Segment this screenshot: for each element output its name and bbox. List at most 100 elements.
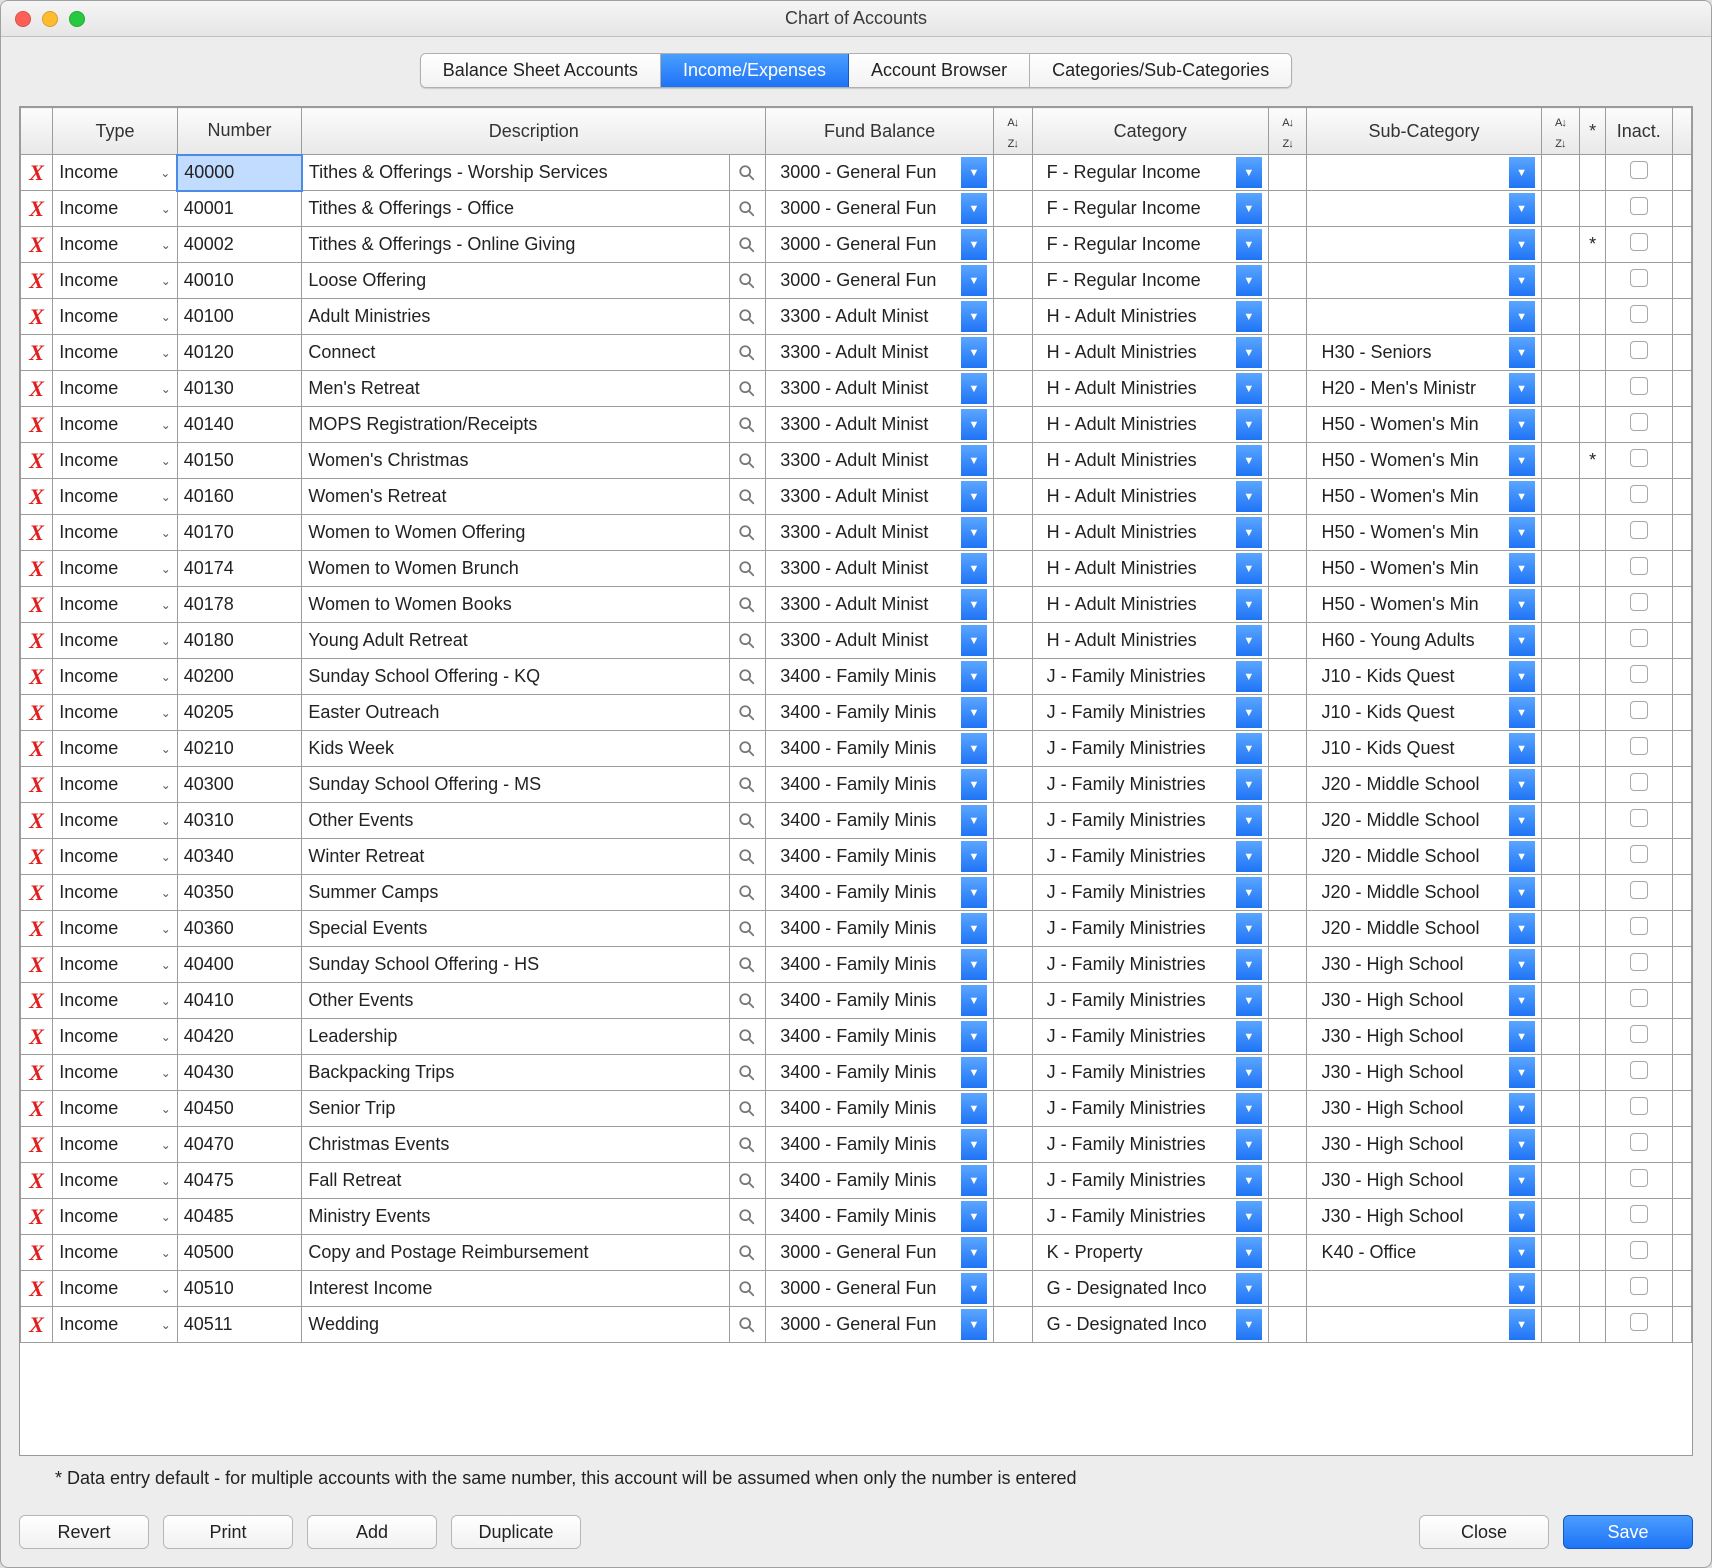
scrollbar-track[interactable] — [1672, 695, 1691, 731]
description-field[interactable]: MOPS Registration/Receipts — [302, 407, 729, 443]
inactive-checkbox[interactable] — [1606, 731, 1673, 767]
delete-row-button[interactable]: X — [21, 551, 53, 587]
type-dropdown[interactable]: Income⌄ — [53, 299, 178, 335]
category-dropdown[interactable]: J - Family Ministries▼ — [1032, 911, 1268, 947]
fund-balance-dropdown[interactable]: 3300 - Adult Minist▼ — [766, 551, 994, 587]
default-star-cell[interactable] — [1580, 515, 1606, 551]
category-dropdown[interactable]: H - Adult Ministries▼ — [1032, 443, 1268, 479]
scrollbar-track[interactable] — [1672, 659, 1691, 695]
fund-balance-dropdown[interactable]: 3300 - Adult Minist▼ — [766, 515, 994, 551]
number-field[interactable]: 40430 — [177, 1055, 302, 1091]
description-lookup-button[interactable] — [729, 407, 766, 443]
default-star-cell[interactable] — [1580, 875, 1606, 911]
description-lookup-button[interactable] — [729, 587, 766, 623]
number-field[interactable]: 40100 — [177, 299, 302, 335]
default-star-cell[interactable] — [1580, 371, 1606, 407]
scrollbar-track[interactable] — [1672, 155, 1691, 191]
scrollbar-track[interactable] — [1672, 1163, 1691, 1199]
description-lookup-button[interactable] — [729, 1199, 766, 1235]
number-field[interactable]: 40120 — [177, 335, 302, 371]
delete-row-button[interactable]: X — [21, 875, 53, 911]
description-field[interactable]: Easter Outreach — [302, 695, 729, 731]
fund-balance-dropdown[interactable]: 3300 - Adult Minist▼ — [766, 335, 994, 371]
number-field[interactable]: 40310 — [177, 803, 302, 839]
delete-row-button[interactable]: X — [21, 1271, 53, 1307]
subcategory-dropdown[interactable]: J30 - High School▼ — [1307, 1163, 1541, 1199]
col-star-header[interactable]: * — [1580, 108, 1606, 155]
fund-balance-dropdown[interactable]: 3300 - Adult Minist▼ — [766, 587, 994, 623]
description-lookup-button[interactable] — [729, 659, 766, 695]
default-star-cell[interactable] — [1580, 911, 1606, 947]
description-field[interactable]: Summer Camps — [302, 875, 729, 911]
fund-balance-dropdown[interactable]: 3400 - Family Minis▼ — [766, 695, 994, 731]
description-field[interactable]: Women to Women Brunch — [302, 551, 729, 587]
category-dropdown[interactable]: J - Family Ministries▼ — [1032, 947, 1268, 983]
type-dropdown[interactable]: Income⌄ — [53, 1091, 178, 1127]
fund-balance-dropdown[interactable]: 3300 - Adult Minist▼ — [766, 479, 994, 515]
description-field[interactable]: Tithes & Offerings - Office — [302, 191, 729, 227]
subcategory-dropdown[interactable]: H30 - Seniors▼ — [1307, 335, 1541, 371]
inactive-checkbox[interactable] — [1606, 479, 1673, 515]
fund-balance-dropdown[interactable]: 3400 - Family Minis▼ — [766, 1019, 994, 1055]
number-field[interactable]: 40001 — [177, 191, 302, 227]
delete-row-button[interactable]: X — [21, 443, 53, 479]
description-lookup-button[interactable] — [729, 983, 766, 1019]
inactive-checkbox[interactable] — [1606, 587, 1673, 623]
delete-row-button[interactable]: X — [21, 983, 53, 1019]
fund-balance-dropdown[interactable]: 3400 - Family Minis▼ — [766, 911, 994, 947]
save-button[interactable]: Save — [1563, 1515, 1693, 1549]
fund-balance-dropdown[interactable]: 3000 - General Fun▼ — [766, 263, 994, 299]
delete-row-button[interactable]: X — [21, 1307, 53, 1343]
subcategory-dropdown[interactable]: J30 - High School▼ — [1307, 983, 1541, 1019]
inactive-checkbox[interactable] — [1606, 1199, 1673, 1235]
scrollbar-track[interactable] — [1672, 1019, 1691, 1055]
number-field[interactable]: 40140 — [177, 407, 302, 443]
type-dropdown[interactable]: Income⌄ — [53, 983, 178, 1019]
type-dropdown[interactable]: Income⌄ — [53, 1307, 178, 1343]
scrollbar-track[interactable] — [1672, 1307, 1691, 1343]
scrollbar-track[interactable] — [1672, 1235, 1691, 1271]
col-fund-header[interactable]: Fund Balance — [766, 108, 994, 155]
description-lookup-button[interactable] — [729, 1235, 766, 1271]
type-dropdown[interactable]: Income⌄ — [53, 155, 178, 191]
type-dropdown[interactable]: Income⌄ — [53, 551, 178, 587]
description-field[interactable]: Kids Week — [302, 731, 729, 767]
description-field[interactable]: Loose Offering — [302, 263, 729, 299]
number-field[interactable]: 40360 — [177, 911, 302, 947]
fund-balance-dropdown[interactable]: 3000 - General Fun▼ — [766, 155, 994, 191]
default-star-cell[interactable] — [1580, 155, 1606, 191]
subcategory-dropdown[interactable]: H60 - Young Adults▼ — [1307, 623, 1541, 659]
scrollbar-track[interactable] — [1672, 623, 1691, 659]
description-field[interactable]: Women to Women Books — [302, 587, 729, 623]
description-lookup-button[interactable] — [729, 227, 766, 263]
description-field[interactable]: Sunday School Offering - MS — [302, 767, 729, 803]
inactive-checkbox[interactable] — [1606, 767, 1673, 803]
subcategory-dropdown[interactable]: K40 - Office▼ — [1307, 1235, 1541, 1271]
delete-row-button[interactable]: X — [21, 695, 53, 731]
fund-balance-dropdown[interactable]: 3000 - General Fun▼ — [766, 191, 994, 227]
inactive-checkbox[interactable] — [1606, 803, 1673, 839]
fund-balance-dropdown[interactable]: 3400 - Family Minis▼ — [766, 839, 994, 875]
description-field[interactable]: Leadership — [302, 1019, 729, 1055]
type-dropdown[interactable]: Income⌄ — [53, 659, 178, 695]
subcategory-dropdown[interactable]: H50 - Women's Min▼ — [1307, 551, 1541, 587]
default-star-cell[interactable] — [1580, 659, 1606, 695]
default-star-cell[interactable] — [1580, 839, 1606, 875]
default-star-cell[interactable] — [1580, 1307, 1606, 1343]
duplicate-button[interactable]: Duplicate — [451, 1515, 581, 1549]
category-dropdown[interactable]: J - Family Ministries▼ — [1032, 695, 1268, 731]
delete-row-button[interactable]: X — [21, 1019, 53, 1055]
description-lookup-button[interactable] — [729, 911, 766, 947]
number-field[interactable]: 40485 — [177, 1199, 302, 1235]
default-star-cell[interactable] — [1580, 407, 1606, 443]
inactive-checkbox[interactable] — [1606, 1163, 1673, 1199]
inactive-checkbox[interactable] — [1606, 371, 1673, 407]
accounts-grid-scroll[interactable]: Type Number Description Fund Balance A↓Z… — [19, 106, 1693, 1456]
description-lookup-button[interactable] — [729, 515, 766, 551]
description-lookup-button[interactable] — [729, 443, 766, 479]
scrollbar-track[interactable] — [1672, 407, 1691, 443]
fund-balance-dropdown[interactable]: 3000 - General Fun▼ — [766, 1271, 994, 1307]
number-field[interactable]: 40200 — [177, 659, 302, 695]
default-star-cell[interactable]: * — [1580, 443, 1606, 479]
delete-row-button[interactable]: X — [21, 1055, 53, 1091]
